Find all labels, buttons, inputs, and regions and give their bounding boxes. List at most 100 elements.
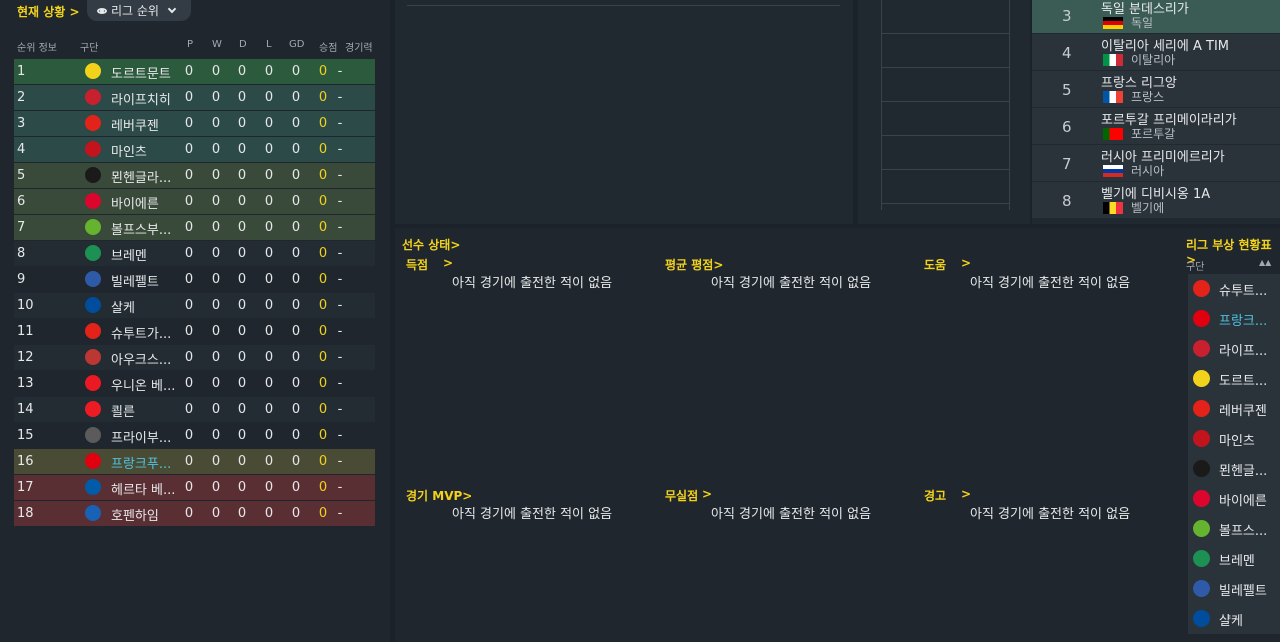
injury-team-row[interactable]: 프랑크... [1188,304,1280,334]
clean-sheets-empty: 아직 경기에 출전한 적이 없음 [711,507,872,522]
table-row[interactable]: 1 도르트문트 0 0 0 0 0 0- [14,59,375,84]
injury-team-name[interactable]: 브레멘 [1219,550,1275,569]
injury-team-name[interactable]: 빌레펠트 [1219,580,1275,599]
team-name[interactable]: 라이프치히 [111,89,175,108]
table-row[interactable]: 11 슈투트가... 0 0 0 0 0 0- [14,319,375,344]
assists-link[interactable]: 도움 [924,256,946,273]
injury-team-name[interactable]: 마인츠 [1219,430,1275,449]
goals-empty: 아직 경기에 출전한 적이 없음 [452,276,613,291]
injury-team-name[interactable]: 묀헨글... [1219,460,1275,479]
team-name[interactable]: 브레멘 [111,245,175,264]
team-name[interactable]: 아우크스... [111,349,175,368]
injury-team-row[interactable]: 도르트... [1188,364,1280,394]
injury-team-row[interactable]: 묀헨글... [1188,454,1280,484]
league-standings-dropdown[interactable]: 리그 순위 [87,0,191,21]
team-logo-icon [85,453,101,469]
team-logo-icon [1193,550,1210,567]
team-name[interactable]: 마인츠 [111,141,175,160]
team-name[interactable]: 쾰른 [111,401,175,420]
team-name[interactable]: 프랑크푸... [111,453,175,472]
league-row[interactable]: 6 포르투갈 프리메이라리가 포르투갈 [1032,108,1280,144]
league-row[interactable]: 4 이탈리아 세리에 A TIM 이탈리아 [1032,34,1280,70]
cautions-arrow-icon[interactable]: > [961,487,971,501]
col-pts[interactable]: 승점 [319,39,337,54]
assists-arrow-icon[interactable]: > [961,256,971,270]
table-row[interactable]: 15 프라이부... 0 0 0 0 0 0- [14,423,375,448]
stat-d: 0 [237,402,247,417]
league-row[interactable]: 8 벨기에 디비시옹 1A 벨기에 [1032,182,1280,218]
col-team[interactable]: 구단 [80,39,98,54]
injury-team-row[interactable]: 레버쿠젠 [1188,394,1280,424]
table-row[interactable]: 4 마인츠 0 0 0 0 0 0- [14,137,375,162]
team-name[interactable]: 헤르타 베... [111,479,175,498]
injury-team-row[interactable]: 볼프스... [1188,514,1280,544]
col-w[interactable]: W [212,39,222,50]
injury-col-team[interactable]: 구단 [1186,258,1204,273]
col-p[interactable]: P [187,39,193,50]
injury-team-row[interactable]: 샬케 [1188,604,1280,634]
injury-team-name[interactable]: 바이에른 [1219,490,1275,509]
goals-arrow-icon[interactable]: > [443,256,453,270]
injury-team-name[interactable]: 라이프... [1219,340,1275,359]
injury-team-row[interactable]: 브레멘 [1188,544,1280,574]
cautions-link[interactable]: 경고 [924,487,946,504]
mvp-link[interactable]: 경기 MVP> [406,487,472,504]
current-status-link[interactable]: 현재 상황 > [17,3,80,20]
team-name[interactable]: 호펜하임 [111,505,175,524]
stat-form: - [337,116,343,131]
team-name[interactable]: 슈투트가... [111,323,175,342]
injury-team-row[interactable]: 슈투트... [1188,274,1280,304]
table-row[interactable]: 12 아우크스... 0 0 0 0 0 0- [14,345,375,370]
team-name[interactable]: 우니온 베... [111,375,175,394]
clean-sheets-arrow-icon[interactable]: > [702,487,712,501]
injury-team-row[interactable]: 빌레펠트 [1188,574,1280,604]
table-row[interactable]: 2 라이프치히 0 0 0 0 0 0- [14,85,375,110]
table-row[interactable]: 14 쾰른 0 0 0 0 0 0- [14,397,375,422]
table-row[interactable]: 8 브레멘 0 0 0 0 0 0- [14,241,375,266]
table-row[interactable]: 7 볼프스부... 0 0 0 0 0 0- [14,215,375,240]
injury-team-name[interactable]: 도르트... [1219,370,1275,389]
col-pos[interactable]: 순위 정보 [17,39,57,54]
team-name[interactable]: 프라이부... [111,427,175,446]
col-l[interactable]: L [266,39,272,50]
table-row[interactable]: 16 프랑크푸... 0 0 0 0 0 0- [14,449,375,474]
injury-team-name[interactable]: 슈투트... [1219,280,1275,299]
stat-form: - [337,376,343,391]
team-name[interactable]: 빌레펠트 [111,271,175,290]
injury-team-row[interactable]: 마인츠 [1188,424,1280,454]
avg-rating-link[interactable]: 평균 평점> [665,256,723,273]
injury-team-name[interactable]: 프랑크... [1219,310,1275,329]
team-name[interactable]: 레버쿠젠 [111,115,175,134]
goals-link[interactable]: 득점 [406,256,428,273]
table-row[interactable]: 13 우니온 베... 0 0 0 0 0 0- [14,371,375,396]
league-row[interactable]: 7 러시아 프리미에르리가 러시아 [1032,145,1280,181]
injury-team-name[interactable]: 샬케 [1219,610,1275,629]
league-row[interactable]: 5 프랑스 리그앙 프랑스 [1032,71,1280,107]
stat-d: 0 [237,454,247,469]
table-row[interactable]: 17 헤르타 베... 0 0 0 0 0 0- [14,475,375,500]
sort-icon[interactable]: ▲▲ [1259,258,1271,267]
team-name[interactable]: 묀헨글라... [111,167,175,186]
table-row[interactable]: 10 살케 0 0 0 0 0 0- [14,293,375,318]
col-d[interactable]: D [239,39,247,50]
team-name[interactable]: 살케 [111,297,175,316]
col-form[interactable]: 경기력 [345,39,373,54]
table-row[interactable]: 3 레버쿠젠 0 0 0 0 0 0- [14,111,375,136]
injury-team-name[interactable]: 볼프스... [1219,520,1275,539]
team-name[interactable]: 볼프스부... [111,219,175,238]
table-row[interactable]: 18 호펜하임 0 0 0 0 0 0- [14,501,375,526]
injury-team-name[interactable]: 레버쿠젠 [1219,400,1275,419]
table-row[interactable]: 9 빌레펠트 0 0 0 0 0 0- [14,267,375,292]
team-name[interactable]: 바이에른 [111,193,175,212]
stat-pts: 0 [318,324,328,339]
table-row[interactable]: 6 바이에른 0 0 0 0 0 0- [14,189,375,214]
clean-sheets-link[interactable]: 무실점 [665,487,698,504]
injury-team-row[interactable]: 바이에른 [1188,484,1280,514]
team-name[interactable]: 도르트문트 [111,63,175,82]
injury-team-row[interactable]: 라이프... [1188,334,1280,364]
player-status-title[interactable]: 선수 상태> [402,236,460,253]
league-row[interactable]: 3 독일 분데스리가 독일 [1032,0,1280,33]
stat-p: 0 [184,168,194,183]
table-row[interactable]: 5 묀헨글라... 0 0 0 0 0 0- [14,163,375,188]
col-gd[interactable]: GD [289,39,304,50]
